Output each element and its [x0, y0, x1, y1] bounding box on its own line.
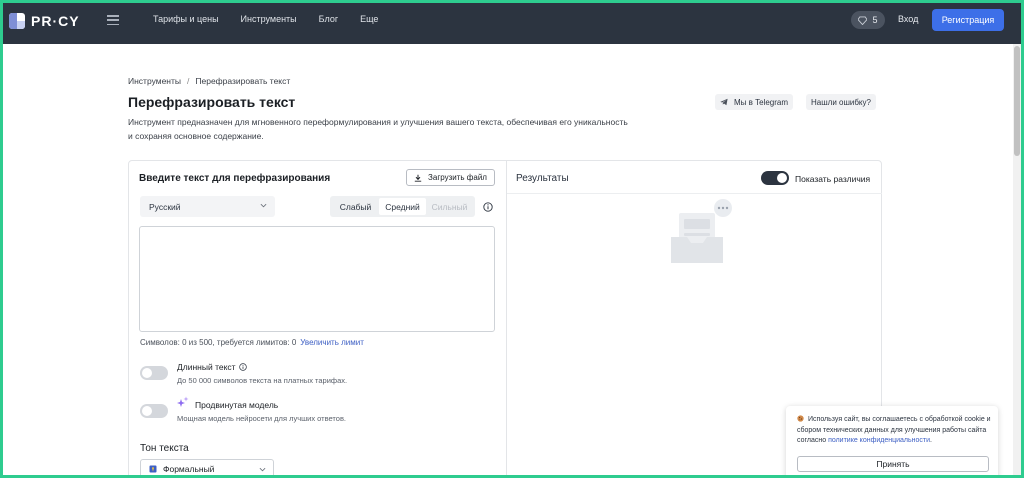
- input-title: Введите текст для перефразирования: [139, 173, 331, 184]
- long-text-toggle[interactable]: [140, 366, 168, 380]
- char-counter-text: Символов: 0 из 500, требуется лимитов: 0: [140, 338, 297, 347]
- cookie-icon: [797, 415, 804, 422]
- breadcrumb: Инструменты / Перефразировать текст: [128, 76, 290, 86]
- breadcrumb-current: Перефразировать текст: [195, 76, 291, 86]
- brand-logo[interactable]: PR·CY: [9, 12, 80, 30]
- browser-page: PR·CY Тарифы и цены Инструменты Блог Еще…: [3, 3, 1021, 475]
- long-text-title-row: Длинный текст: [177, 362, 247, 372]
- upload-file-button[interactable]: Загрузить файл: [406, 169, 495, 186]
- logo-icon: [9, 13, 25, 29]
- top-navbar: PR·CY Тарифы и цены Инструменты Блог Еще…: [3, 3, 1021, 44]
- page-title: Перефразировать текст: [128, 94, 296, 110]
- advanced-model-subtitle: Мощная модель нейросети для лучших ответ…: [177, 414, 347, 423]
- gem-icon: [858, 15, 868, 25]
- upload-icon: [414, 174, 422, 182]
- scrollbar-thumb[interactable]: [1014, 46, 1020, 156]
- advanced-model-toggle[interactable]: [140, 404, 168, 418]
- language-value: Русский: [149, 201, 181, 212]
- show-diff-label: Показать различия: [795, 174, 871, 184]
- increase-limit-link[interactable]: Увеличить лимит: [300, 338, 364, 347]
- telegram-label: Мы в Telegram: [734, 97, 789, 107]
- nav-item-more[interactable]: Еще: [360, 14, 378, 24]
- chevron-down-icon: [259, 467, 266, 472]
- upload-file-label: Загрузить файл: [428, 173, 487, 182]
- privacy-policy-link[interactable]: политике конфиденциальности: [828, 437, 930, 444]
- breadcrumb-tools[interactable]: Инструменты: [128, 76, 181, 86]
- main-nav: Тарифы и цены Инструменты Блог Еще: [153, 14, 400, 24]
- mode-medium[interactable]: Средний: [379, 198, 426, 215]
- telegram-icon: [720, 98, 728, 106]
- panel-divider: [506, 161, 507, 475]
- advanced-model-title: Продвинутая модель: [195, 400, 279, 410]
- nav-item-pricing[interactable]: Тарифы и цены: [153, 14, 219, 24]
- char-counter: Символов: 0 из 500, требуется лимитов: 0…: [140, 338, 364, 347]
- long-text-subtitle: До 50 000 символов текста на платных тар…: [177, 376, 348, 385]
- empty-inbox-icon: [671, 199, 732, 263]
- nav-item-blog[interactable]: Блог: [319, 14, 338, 24]
- report-error-button[interactable]: Нашли ошибку?: [806, 94, 876, 110]
- page-scrollbar[interactable]: [1013, 44, 1021, 475]
- cookie-text: Используя сайт, вы соглашаетесь с обрабо…: [797, 415, 993, 447]
- login-link[interactable]: Вход: [898, 14, 918, 24]
- tone-label: Тон текста: [140, 443, 189, 454]
- register-button[interactable]: Регистрация: [932, 9, 1004, 31]
- strength-selector: Слабый Средний Сильный: [330, 196, 475, 217]
- mode-weak[interactable]: Слабый: [332, 198, 379, 215]
- limits-badge[interactable]: 5: [851, 11, 885, 29]
- page-description: Инструмент предназначен для мгновенного …: [128, 117, 628, 141]
- logo-text: PR·CY: [31, 13, 80, 29]
- info-icon[interactable]: [483, 202, 493, 212]
- paraphrase-panel: Введите текст для перефразирования Загру…: [128, 160, 882, 475]
- tie-icon: [149, 465, 157, 473]
- accept-cookies-button[interactable]: Принять: [797, 456, 989, 472]
- language-select[interactable]: Русский: [140, 196, 275, 217]
- results-title: Результаты: [516, 173, 569, 184]
- info-icon[interactable]: [238, 363, 247, 371]
- cookie-banner: Используя сайт, вы соглашаетесь с обрабо…: [786, 406, 998, 475]
- mode-strong: Сильный: [431, 201, 468, 212]
- breadcrumb-separator: /: [187, 76, 190, 86]
- sparkle-icon: [177, 396, 189, 407]
- show-diff-toggle[interactable]: [761, 171, 789, 185]
- report-error-label: Нашли ошибку?: [811, 97, 871, 107]
- chevron-down-icon: [260, 203, 267, 208]
- nav-item-tools[interactable]: Инструменты: [241, 14, 297, 24]
- telegram-button[interactable]: Мы в Telegram: [715, 94, 794, 110]
- limits-count: 5: [872, 15, 878, 25]
- results-header-divider: [507, 193, 882, 194]
- tone-value: Формальный: [163, 464, 215, 474]
- long-text-title: Длинный текст: [177, 362, 236, 372]
- menu-icon[interactable]: [107, 15, 119, 25]
- tone-select[interactable]: Формальный: [140, 459, 274, 475]
- source-text-input[interactable]: [139, 226, 495, 332]
- cookie-text-end: .: [930, 437, 932, 444]
